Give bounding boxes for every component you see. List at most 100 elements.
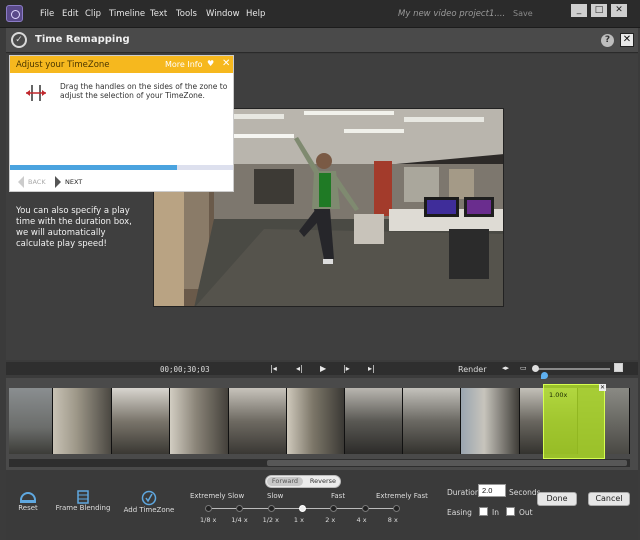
go-to-start-icon[interactable]: |◂ <box>270 364 277 373</box>
tip-popup: Adjust your TimeZone More Info ♥ ✕ Drag … <box>9 55 234 192</box>
duration-input[interactable] <box>478 484 506 497</box>
close-window-button[interactable]: ✕ <box>611 4 627 17</box>
drag-handles-icon <box>26 85 46 101</box>
menu-text[interactable]: Text <box>150 9 167 19</box>
close-panel-button[interactable]: ✕ <box>620 33 634 47</box>
ease-out-checkbox[interactable] <box>506 507 515 516</box>
go-to-end-icon[interactable]: ▸| <box>368 364 375 373</box>
app-logo-icon <box>6 5 23 22</box>
ease-out-label: Out <box>519 508 533 517</box>
speed-label-fast: Fast <box>331 492 346 500</box>
speed-value-label: 1/2 x <box>262 516 279 524</box>
back-button[interactable]: BACK <box>28 178 46 186</box>
clip-filmstrip[interactable] <box>9 388 630 454</box>
step-forward-icon[interactable]: |▸ <box>343 364 350 373</box>
filmstrip-frame <box>229 388 287 454</box>
speed-value-label: 4 x <box>356 516 367 524</box>
tip-header: Adjust your TimeZone More Info ♥ ✕ <box>10 56 233 73</box>
minimize-button[interactable]: _ <box>571 4 587 17</box>
save-button[interactable]: Save <box>513 9 533 18</box>
filmstrip-frame <box>403 388 461 454</box>
next-button[interactable]: NEXT <box>65 178 82 186</box>
timezone-selection[interactable]: 1.00x ✕ <box>543 384 606 459</box>
add-timezone-label: Add TimeZone <box>123 506 175 514</box>
project-title: My new video project1.... <box>398 9 506 19</box>
timecode: 00;00;30;03 <box>160 365 210 374</box>
direction-toggle[interactable]: Forward Reverse <box>265 475 341 488</box>
zoom-slider[interactable] <box>532 365 610 372</box>
menu-tools[interactable]: Tools <box>176 9 197 19</box>
add-timezone-icon <box>141 490 157 506</box>
menu-file[interactable]: File <box>40 9 54 19</box>
duration-label: Duration <box>447 488 480 497</box>
zoom-in-icon[interactable] <box>614 363 623 372</box>
menu-edit[interactable]: Edit <box>62 9 78 19</box>
speed-stop[interactable] <box>298 505 306 512</box>
reverse-option[interactable]: Reverse <box>306 477 340 486</box>
filmstrip-frame <box>9 388 53 454</box>
speed-stop[interactable] <box>392 505 400 512</box>
fit-icon[interactable]: ◂▸ <box>502 364 509 372</box>
time-remap-icon: ✓ <box>11 32 27 48</box>
filmstrip-frame <box>170 388 229 454</box>
add-timezone-tool[interactable]: Add TimeZone <box>123 490 175 514</box>
speed-value-label: 8 x <box>387 516 398 524</box>
ease-in-checkbox[interactable] <box>479 507 488 516</box>
menu-help[interactable]: Help <box>246 9 265 19</box>
filmstrip-frame <box>461 388 520 454</box>
speed-label-extremely-fast: Extremely Fast <box>376 492 428 500</box>
zoom-slider-knob[interactable] <box>532 365 539 372</box>
render-button[interactable]: Render <box>458 365 486 374</box>
reset-label: Reset <box>18 504 38 512</box>
timezone-speed-label: 1.00x <box>549 391 568 399</box>
done-button[interactable]: Done <box>537 492 577 506</box>
speed-value-label: 2 x <box>325 516 336 524</box>
back-arrow-icon[interactable] <box>18 176 24 188</box>
maximize-button[interactable]: □ <box>591 4 607 17</box>
zoom-out-icon[interactable]: ▭ <box>520 364 527 372</box>
menu-timeline[interactable]: Timeline <box>109 9 145 19</box>
frame-blending-tool[interactable]: Frame Blending <box>55 490 111 512</box>
ease-in-label: In <box>492 508 499 517</box>
speed-value-label: 1 x <box>293 516 304 524</box>
forward-option[interactable]: Forward <box>267 477 303 486</box>
menu-window[interactable]: Window <box>206 9 240 19</box>
hint-text: You can also specify a play time with th… <box>16 206 132 249</box>
panel-header: ✓ Time Remapping ? ✕ <box>6 28 638 53</box>
speed-value-label: 1/4 x <box>231 516 248 524</box>
playhead[interactable] <box>541 372 548 379</box>
tip-body: Drag the handles on the sides of the zon… <box>60 82 228 100</box>
filmstrip-frame <box>345 388 403 454</box>
speed-slider[interactable] <box>205 505 400 512</box>
filmstrip-frame <box>287 388 345 454</box>
remove-timezone-icon[interactable]: ✕ <box>599 384 606 391</box>
cancel-button[interactable]: Cancel <box>588 492 630 506</box>
menu-bar: File Edit Clip Timeline Text Tools Windo… <box>0 0 640 28</box>
play-icon[interactable]: ▶ <box>320 364 326 373</box>
next-arrow-icon[interactable] <box>55 176 61 188</box>
speed-label-slow: Slow <box>267 492 284 500</box>
scrollbar-thumb[interactable] <box>267 460 627 466</box>
heart-icon[interactable]: ♥ <box>207 59 214 68</box>
speed-stop[interactable] <box>267 505 275 512</box>
speed-value-label: 1/8 x <box>200 516 217 524</box>
menu-clip[interactable]: Clip <box>85 9 101 19</box>
step-back-icon[interactable]: ◂| <box>296 364 303 373</box>
timeline-scrollbar[interactable] <box>9 459 630 467</box>
reset-tool[interactable]: Reset <box>14 490 42 512</box>
speed-stop[interactable] <box>205 505 212 512</box>
filmstrip-frame <box>112 388 170 454</box>
speed-label-extremely-slow: Extremely Slow <box>190 492 245 500</box>
close-tip-icon[interactable]: ✕ <box>222 58 230 69</box>
tip-progress-fill <box>10 165 178 170</box>
frame-blending-label: Frame Blending <box>55 504 111 512</box>
panel-title: Time Remapping <box>35 34 130 45</box>
more-info-link[interactable]: More Info <box>165 60 203 69</box>
help-icon[interactable]: ? <box>601 34 614 47</box>
speed-stop[interactable] <box>361 505 369 512</box>
filmstrip-frame <box>53 388 112 454</box>
reset-icon <box>20 492 36 503</box>
tip-progress-bar <box>10 165 233 170</box>
tip-title: Adjust your TimeZone <box>16 60 110 70</box>
frame-blending-icon <box>77 490 89 504</box>
